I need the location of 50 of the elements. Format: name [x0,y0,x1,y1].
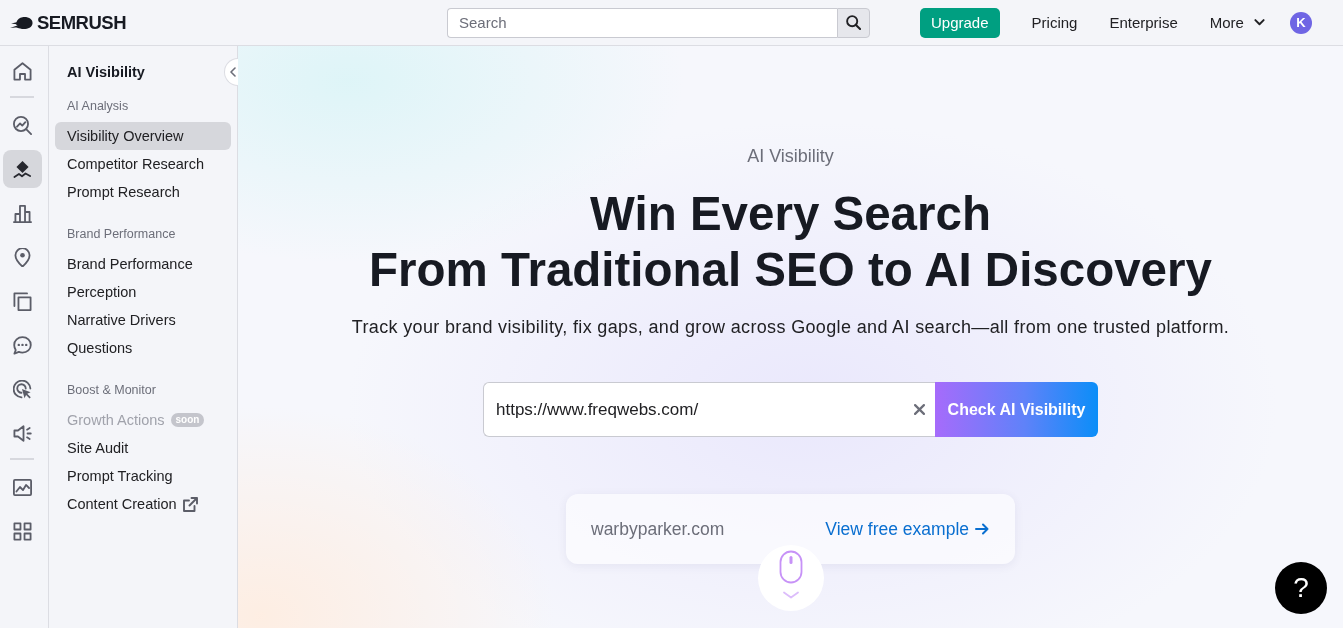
rail-nav-button[interactable] [3,150,42,188]
view-example-link[interactable]: View free example [825,518,989,540]
section-heading: Boost & Monitor [67,382,156,398]
sidebar-item[interactable]: Prompt Tracking [55,462,231,490]
diamond-icon [13,159,32,179]
sidebar-item[interactable]: Narrative Drivers [55,306,231,334]
clear-icon[interactable] [914,404,925,415]
status-badge: soon [170,413,205,427]
logo-text: SEMRUSH [37,11,126,34]
sidebar-item[interactable]: Content Creation [55,490,231,518]
sidebar-item[interactable]: Competitor Research [55,150,231,178]
mouse-scroll-icon [757,545,824,611]
home-icon [13,61,32,81]
grid-icon [13,521,32,541]
stacked-squares-icon [13,291,32,311]
search-icon [846,15,861,30]
chevron-down-icon [1253,19,1265,26]
check-visibility-button[interactable]: Check AI Visibility [935,382,1098,437]
url-input-field[interactable]: https://www.freqwebs.com/ [483,382,935,437]
page-eyebrow: AI Visibility [747,145,834,168]
example-domain: warbyparker.com [591,518,725,540]
section-heading: AI Analysis [67,98,129,114]
sidebar-item[interactable]: Site Audit [55,434,231,462]
search-button[interactable] [837,7,870,38]
map-pin-icon [13,247,32,267]
arrow-right-icon [975,523,989,535]
sidebar-item[interactable]: Questions [55,334,231,362]
nav-menu-button[interactable]: More [1193,7,1281,38]
cursor-icon [13,379,32,399]
magnifier-icon [13,115,32,135]
sidebar-item[interactable]: Perception [55,278,231,306]
nav-link[interactable]: Enterprise [1093,7,1194,38]
sidebar-item[interactable]: Prompt Research [55,178,231,206]
avatar[interactable]: K [1289,11,1312,34]
bar-chart-icon [13,203,32,223]
hero-subtitle: Track your brand visibility, fix gaps, and grow across Google and AI search—all from one trusted platform. [351,316,1230,339]
line-chart-icon [13,477,32,497]
sidebar-title: AI Visibility [66,63,145,82]
section-heading: Brand Performance [67,226,176,242]
sidebar-item[interactable]: Visibility Overview [55,122,231,150]
speaker-icon [13,423,32,443]
speech-bubble-icon [13,335,32,355]
search-field[interactable]: Search [447,7,837,38]
logo-icon [10,15,33,30]
sidebar-item[interactable]: Brand Performance [55,250,231,278]
external-link-icon [182,496,198,512]
chevron-left-icon [229,67,236,77]
hero-heading: Win Every Search From Traditional SEO to AI Discovery [369,186,1212,298]
collapse-button[interactable] [224,58,238,86]
nav-link[interactable]: Pricing [1015,7,1094,38]
